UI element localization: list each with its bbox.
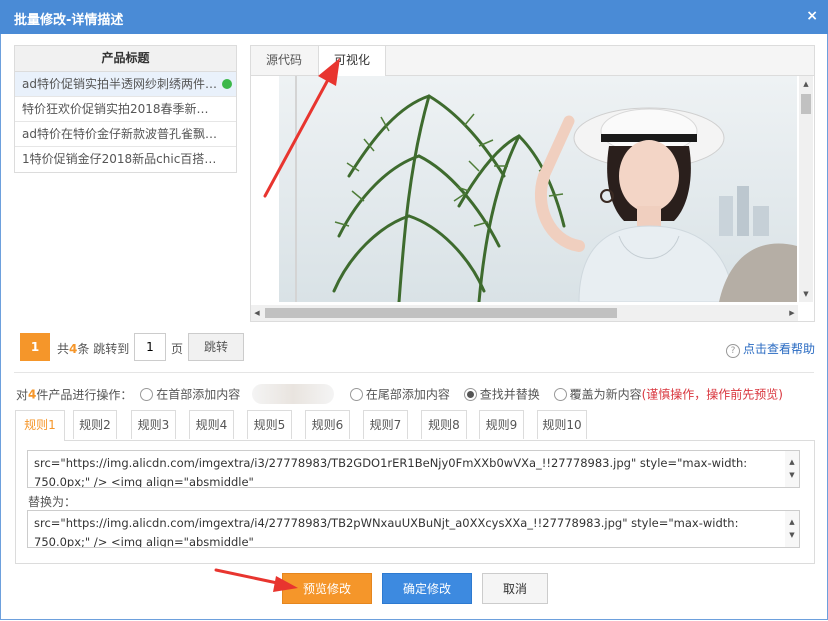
scroll-up-icon[interactable]: ▲: [799, 78, 813, 90]
scroll-left-icon[interactable]: ◀: [251, 305, 263, 321]
total-suffix: 条 跳转到: [77, 342, 130, 356]
divider: [14, 372, 814, 373]
scroll-thumb[interactable]: [265, 308, 617, 318]
replace-label: 替换为：: [28, 495, 77, 509]
tab-rule-4[interactable]: 规则4: [189, 410, 234, 439]
help-link[interactable]: ? 点击查看帮助: [726, 340, 815, 358]
scroll-right-icon[interactable]: ▶: [786, 305, 798, 321]
help-label: 点击查看帮助: [743, 342, 816, 356]
status-dot-icon: [222, 79, 232, 89]
product-item[interactable]: 1特价促销金仔2018新品chic百搭简...: [15, 147, 236, 171]
warning-text: (谨慎操作，操作前先预览): [641, 387, 783, 402]
product-item-label: 1特价促销金仔2018新品chic百搭简...: [22, 152, 228, 166]
radio-find-replace-label: 查找并替换: [479, 387, 540, 402]
page-jump-input[interactable]: [134, 333, 166, 361]
find-line: src="https://img.alicdn.com/imgextra/i3/…: [34, 456, 748, 470]
page-number-current[interactable]: 1: [20, 333, 50, 361]
tab-source-code[interactable]: 源代码: [251, 46, 317, 75]
product-photo: [279, 76, 797, 302]
confirm-button[interactable]: 确定修改: [382, 573, 472, 604]
dialog-title: 批量修改-详情描述: [14, 13, 124, 28]
product-item-label: 特价狂欢价促销实拍2018春季新款加...: [22, 102, 232, 116]
product-item[interactable]: 特价狂欢价促销实拍2018春季新款加...: [15, 97, 236, 122]
tab-rule-9[interactable]: 规则9: [479, 410, 524, 439]
tab-rule-8[interactable]: 规则8: [421, 410, 467, 439]
radio-find-replace[interactable]: [463, 387, 477, 401]
scroll-down-icon[interactable]: ▼: [785, 466, 799, 485]
operation-label: 对4件产品进行操作：: [16, 387, 133, 402]
scroll-thumb[interactable]: [801, 94, 811, 114]
radio-prepend[interactable]: [140, 387, 154, 401]
editor-horizontal-scrollbar[interactable]: ◀ ▶: [251, 305, 798, 321]
radio-overwrite-label: 覆盖为新内容: [569, 387, 642, 402]
replace-line: src="https://img.alicdn.com/imgextra/i4/…: [34, 516, 739, 530]
replace-scrollbar[interactable]: ▲ ▼: [785, 511, 799, 547]
product-list-header: 产品标题: [15, 46, 236, 72]
product-list: 产品标题 ad特价促销实拍半透网纱刺绣两件套... 特价狂欢价促销实拍2018春…: [14, 45, 237, 173]
tab-rule-6[interactable]: 规则6: [305, 410, 350, 439]
batch-edit-dialog: 批量修改-详情描述 × 产品标题 ad特价促销实拍半透网纱刺绣两件套... 特价…: [0, 0, 828, 621]
page-jump-button[interactable]: 跳转: [188, 333, 244, 361]
description-editor: 源代码 可视化 ▲ ▼ ◀ ▶: [250, 45, 815, 322]
total-prefix: 共: [57, 342, 70, 356]
op-prefix1: 对: [16, 387, 29, 402]
tab-rule-10[interactable]: 规则10: [537, 410, 587, 439]
editor-preview-image: [279, 76, 797, 302]
close-icon[interactable]: ×: [806, 8, 818, 24]
product-item-label: ad特价在特价金仔新款波普孔雀飘领...: [22, 127, 229, 141]
tab-rule-2[interactable]: 规则2: [73, 410, 117, 439]
tab-rule-3[interactable]: 规则3: [131, 410, 176, 439]
op-prefix2: 件产品进行操作：: [36, 387, 133, 402]
find-scrollbar[interactable]: ▲ ▼: [785, 451, 799, 487]
radio-overwrite[interactable]: [553, 387, 567, 401]
editor-tabs: 源代码 可视化: [251, 46, 814, 76]
radio-append[interactable]: [349, 387, 363, 401]
pagination-total: 共4条 跳转到: [57, 340, 129, 357]
blurred-region: [252, 384, 335, 404]
dialog-titlebar: 批量修改-详情描述 ×: [0, 0, 828, 34]
rule-tabs: 规则1 规则2 规则3 规则4 规则5 规则6 规则7 规则8 规则9 规则10: [15, 410, 815, 441]
scroll-down-icon[interactable]: ▼: [799, 288, 813, 300]
preview-button[interactable]: 预览修改: [282, 573, 372, 604]
radio-append-label: 在尾部添加内容: [365, 387, 450, 402]
editor-vertical-scrollbar[interactable]: ▲ ▼: [799, 76, 813, 302]
scroll-down-icon[interactable]: ▼: [785, 526, 799, 545]
find-textarea[interactable]: src="https://img.alicdn.com/imgextra/i3/…: [27, 450, 800, 488]
replace-textarea[interactable]: src="https://img.alicdn.com/imgextra/i4/…: [27, 510, 800, 548]
tab-visual[interactable]: 可视化: [318, 46, 386, 76]
product-item[interactable]: ad特价在特价金仔新款波普孔雀飘领...: [15, 122, 236, 147]
product-item[interactable]: ad特价促销实拍半透网纱刺绣两件套...: [15, 72, 236, 97]
page-unit-label: 页: [171, 342, 184, 356]
cancel-button[interactable]: 取消: [482, 573, 548, 604]
find-line: 750.0px;" /> <img align="absmiddle": [34, 475, 254, 488]
radio-prepend-label: 在首部添加内容: [156, 387, 241, 402]
operation-options: 对4件产品进行操作： 在首部添加内容 在尾部添加内容 查找并替换 覆盖为新内容(…: [16, 384, 783, 404]
tab-rule-7[interactable]: 规则7: [363, 410, 408, 439]
rule-panel: src="https://img.alicdn.com/imgextra/i3/…: [15, 440, 815, 564]
product-item-label: ad特价促销实拍半透网纱刺绣两件套...: [22, 77, 229, 91]
tab-rule-5[interactable]: 规则5: [247, 410, 292, 439]
replace-line: 750.0px;" /> <img align="absmiddle": [34, 535, 254, 548]
tab-rule-1[interactable]: 规则1: [15, 410, 65, 441]
question-circle-icon: ?: [726, 344, 740, 358]
